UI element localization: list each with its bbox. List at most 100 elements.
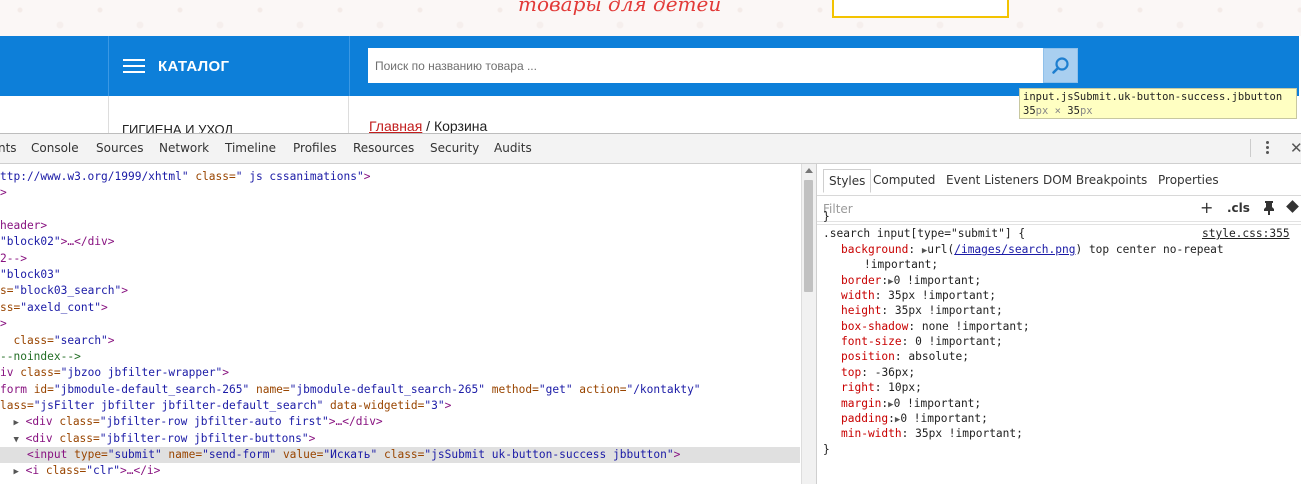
css-property-name[interactable]: background	[841, 243, 908, 256]
dom-tree-line[interactable]: >	[0, 316, 7, 332]
devtools-tabbar: nts Console Sources Network Timeline Pro…	[0, 134, 1301, 164]
site-header-banner: товары для детей	[0, 0, 1301, 36]
tab-elements[interactable]: nts	[0, 141, 17, 155]
css-property-value[interactable]: 35px !important;	[915, 427, 1023, 440]
tab-computed[interactable]: Computed	[873, 173, 935, 187]
tab-profiles[interactable]: Profiles	[293, 141, 337, 155]
css-property-name[interactable]: height	[841, 304, 881, 317]
cls-toggle-button[interactable]: .cls	[1227, 201, 1250, 215]
dom-tree-line[interactable]: class="search">	[0, 333, 114, 349]
tab-sources[interactable]: Sources	[96, 141, 143, 155]
site-slogan: товары для детей	[518, 0, 722, 16]
dom-tree-line[interactable]: ttp://www.w3.org/1999/xhtml" class=" js …	[0, 169, 370, 185]
css-declaration: background: ▶url(/images/search.png) top…	[841, 243, 1224, 256]
scroll-up-arrow-icon[interactable]	[805, 168, 813, 173]
css-property-value[interactable]: 10px;	[888, 381, 922, 394]
tab-resources[interactable]: Resources	[353, 141, 414, 155]
color-format-icon[interactable]	[1286, 200, 1299, 213]
css-property-name[interactable]: position	[841, 350, 895, 363]
dom-tree-line[interactable]: lass="jsFilter jbfilter jbfilter-default…	[0, 398, 451, 414]
pin-icon[interactable]	[1263, 200, 1275, 216]
breadcrumb-current: Корзина	[433, 118, 488, 134]
rule-divider	[817, 224, 1301, 225]
tab-console[interactable]: Console	[31, 141, 79, 155]
css-declaration: right: 10px;	[841, 381, 922, 395]
more-options-icon[interactable]	[1260, 139, 1274, 157]
style-source-link[interactable]: style.css:355	[1202, 227, 1290, 240]
css-property-value[interactable]: 0 !important;	[900, 412, 988, 425]
tab-network[interactable]: Network	[159, 141, 209, 155]
selected-dom-node[interactable]: <input type="submit" name="send-form" va…	[0, 446, 800, 463]
dom-tree-line[interactable]: form id="jbmodule-default_search-265" na…	[0, 382, 701, 398]
css-property-name[interactable]: padding	[841, 412, 888, 425]
nav-bar: КАТАЛОГ	[0, 36, 1299, 96]
search-input[interactable]	[368, 48, 1040, 83]
css-declaration: min-width: 35px !important;	[841, 427, 1023, 441]
image-url-link[interactable]: /images/search.png	[954, 243, 1075, 256]
css-declaration: padding:▶0 !important;	[841, 411, 988, 425]
css-property-value[interactable]: 35px !important;	[895, 304, 1003, 317]
css-property-value[interactable]: 0 !important;	[894, 274, 982, 287]
dom-tree-line[interactable]: ss="axeld_cont">	[0, 300, 108, 316]
catalog-button[interactable]: КАТАЛОГ	[108, 36, 349, 96]
dom-tree-line[interactable]: "block03"	[0, 267, 61, 283]
styles-tabbar: Styles Computed Event Listeners DOM Brea…	[817, 164, 1301, 196]
close-icon[interactable]: ✕	[1290, 139, 1301, 157]
dom-tree-line[interactable]: ▼ <div class="jbfilter-row jbfilter-butt…	[0, 431, 315, 447]
css-property-value[interactable]: none !important;	[922, 320, 1030, 333]
dom-tree-line[interactable]: ▶ <div class="jbfilter-row jbfilter-auto…	[0, 414, 382, 430]
tab-timeline[interactable]: Timeline	[225, 141, 276, 155]
dom-tree-line[interactable]: header>	[0, 218, 47, 234]
css-property-value[interactable]: 35px !important;	[888, 289, 996, 302]
search-button[interactable]	[1043, 48, 1078, 83]
styles-pane: Styles Computed Event Listeners DOM Brea…	[817, 164, 1301, 484]
tooltip-dimensions: 35px × 35px	[1023, 105, 1093, 117]
css-property-value[interactable]: absolute;	[908, 350, 969, 363]
css-declaration: position: absolute;	[841, 350, 969, 364]
css-property-name[interactable]: width	[841, 289, 875, 302]
dom-tree-line[interactable]: ▶ <i class="clr">…</i>	[0, 463, 160, 479]
css-property-value[interactable]: url(	[927, 243, 954, 256]
dom-tree-line[interactable]: 2-->	[0, 251, 27, 267]
css-declaration: height: 35px !important;	[841, 304, 1003, 318]
menu-icon	[123, 59, 145, 73]
css-property-name[interactable]: top	[841, 366, 861, 379]
scrollbar-thumb[interactable]	[804, 180, 813, 292]
styles-filter-input[interactable]	[821, 201, 1125, 217]
css-declaration: margin:▶0 !important;	[841, 396, 982, 410]
dom-tree-line[interactable]: >	[0, 185, 7, 201]
tab-styles[interactable]: Styles	[823, 169, 872, 193]
css-declaration: top: -36px;	[841, 365, 916, 379]
css-property-value[interactable]: -36px;	[875, 366, 915, 379]
tab-audits[interactable]: Audits	[494, 141, 532, 155]
css-property-name[interactable]: margin	[841, 397, 881, 410]
dom-tree-line[interactable]: s="block03_search">	[0, 283, 128, 299]
sidebar-border	[348, 96, 349, 134]
dom-tree-line[interactable]: "block02">…</div>	[0, 234, 115, 250]
promo-box[interactable]	[832, 0, 1009, 18]
css-property-value[interactable]: 0 !important;	[894, 397, 982, 410]
css-property-name[interactable]: box-shadow	[841, 320, 908, 333]
css-declaration: width: 35px !important;	[841, 289, 996, 303]
devtools-panel: nts Console Sources Network Timeline Pro…	[0, 133, 1301, 484]
elements-scrollbar[interactable]	[801, 164, 816, 484]
new-style-rule-button[interactable]: +	[1200, 198, 1213, 217]
css-property-name[interactable]: right	[841, 381, 875, 394]
css-property-value[interactable]: 0 !important;	[915, 335, 1003, 348]
nav-divider	[349, 36, 350, 96]
css-property-name[interactable]: font-size	[841, 335, 902, 348]
tab-properties[interactable]: Properties	[1158, 173, 1219, 187]
css-property-name[interactable]: border	[841, 274, 881, 287]
tab-event-listeners[interactable]: Event Listeners	[946, 173, 1039, 187]
rule-close: }	[823, 442, 830, 456]
tab-dom-breakpoints[interactable]: DOM Breakpoints	[1043, 173, 1147, 187]
css-property-name[interactable]: min-width	[841, 427, 902, 440]
css-declaration: font-size: 0 !important;	[841, 335, 1003, 349]
breadcrumb-separator: /	[422, 118, 434, 134]
css-declaration: border:▶0 !important;	[841, 273, 982, 287]
breadcrumb-home-link[interactable]: Главная	[369, 118, 422, 134]
dom-tree-line[interactable]: --noindex-->	[0, 349, 81, 365]
declaration-continuation: !important;	[864, 258, 939, 272]
tab-security[interactable]: Security	[430, 141, 479, 155]
dom-tree-line[interactable]: iv class="jbzoo jbfilter-wrapper">	[0, 365, 229, 381]
